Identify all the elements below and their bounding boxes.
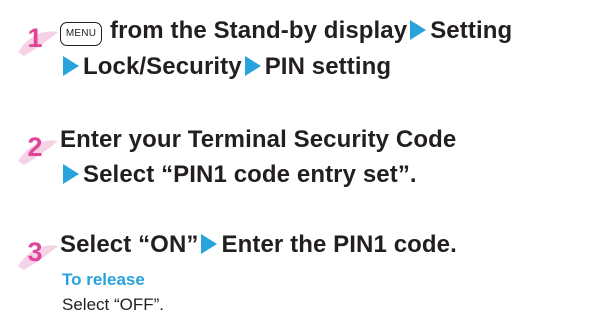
step-2-line-1: Enter your Terminal Security Code [60,125,456,155]
right-arrow-icon [244,56,261,76]
menu-item-setting: Setting [430,17,513,44]
step-number: 3 [27,236,43,267]
step-3-line-1: Select “ON” Enter the PIN1 code. [60,230,457,260]
step-number: 1 [27,22,43,53]
right-arrow-icon [63,56,79,76]
step-2-select-text: Select “PIN1 code entry set”. [83,161,417,188]
right-arrow-icon [410,20,427,40]
step-1-text: from the Stand-by display [110,17,408,44]
step-2-text: Enter your Terminal Security Code [60,126,457,153]
step-3-enter-text: Enter the PIN1 code. [221,231,457,258]
release-text: Select “OFF”. [62,295,165,314]
step-2-line-2: Select “PIN1 code entry set”. [60,160,417,190]
step-1-line-1: MENU from the Stand-by display Setting [60,16,512,46]
menu-item-pin-setting: PIN setting [264,53,392,80]
right-arrow-icon [201,234,218,254]
right-arrow-icon [63,164,79,184]
menu-item-lock-security: Lock/Security [83,53,242,80]
menu-key-icon: MENU [60,22,102,46]
step-number-badge: 3 [14,232,66,272]
step-1-line-2: Lock/Security PIN setting [60,52,391,82]
step-number: 2 [27,131,43,162]
step-number-badge: 2 [14,127,66,167]
step-number-badge: 1 [14,18,66,58]
step-3-select-text: Select “ON” [60,231,199,258]
release-heading: To release [62,270,145,289]
